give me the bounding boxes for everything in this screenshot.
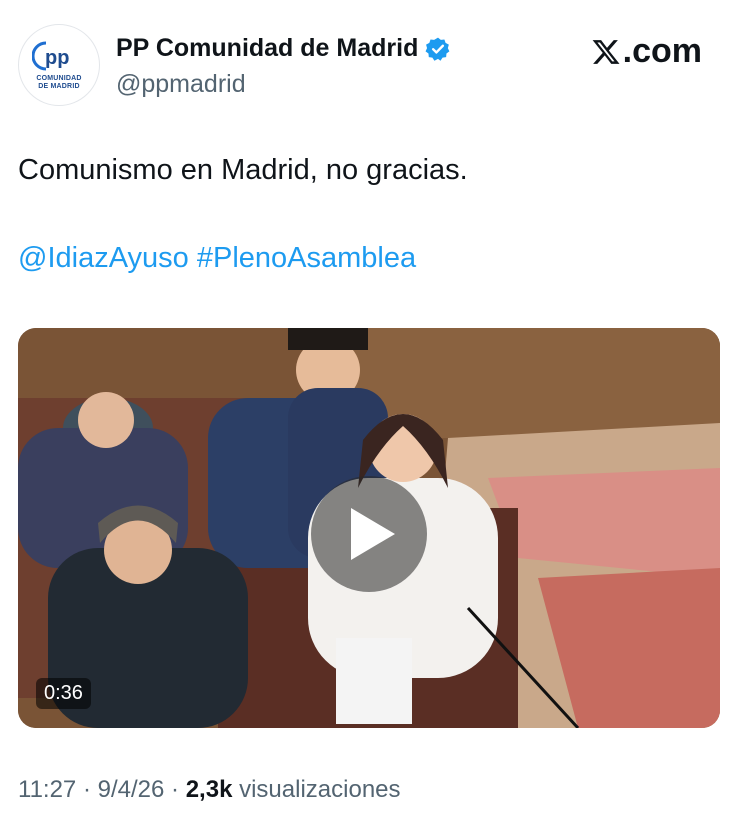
views-label: visualizaciones: [239, 776, 401, 803]
x-logo-icon: [592, 39, 620, 64]
x-com-logo: .com: [591, 32, 702, 71]
views-count: 2,3k: [185, 776, 233, 803]
avatar-caption-line1: COMUNIDAD: [36, 75, 82, 82]
tweet-text: Comunismo en Madrid, no gracias.: [18, 154, 468, 186]
author-avatar[interactable]: pp COMUNIDAD DE MADRID: [18, 24, 100, 106]
mention-link[interactable]: @IdiazAyuso: [18, 242, 189, 274]
meta-separator: ·: [171, 776, 180, 803]
meta-separator: ·: [82, 776, 91, 803]
verified-badge-icon: [425, 37, 450, 61]
avatar-mark: pp: [45, 47, 69, 69]
tweet-time[interactable]: 11:27: [18, 776, 76, 803]
tweet-date[interactable]: 9/4/26: [98, 776, 165, 803]
avatar-caption: COMUNIDAD DE MADRID: [36, 75, 81, 91]
avatar-caption-line2: DE MADRID: [38, 83, 80, 90]
author-display-name[interactable]: PP Comunidad de Madrid: [116, 34, 418, 63]
video-duration: 0:36: [36, 678, 91, 709]
author-name-row: PP Comunidad de Madrid: [116, 34, 451, 63]
pp-logo-icon: pp: [32, 41, 69, 71]
play-button[interactable]: [311, 476, 427, 592]
hashtag-link[interactable]: #PlenoAsamblea: [197, 242, 416, 274]
author-handle[interactable]: @ppmadrid: [116, 70, 246, 99]
logo-text: .com: [622, 32, 702, 70]
tweet-tags: @IdiazAyuso #PlenoAsamblea: [18, 242, 416, 275]
video-player[interactable]: 0:36: [18, 328, 720, 728]
play-icon: [351, 508, 395, 560]
tweet-meta: 11:27 · 9/4/26 · 2,3k visualizaciones: [18, 776, 401, 804]
